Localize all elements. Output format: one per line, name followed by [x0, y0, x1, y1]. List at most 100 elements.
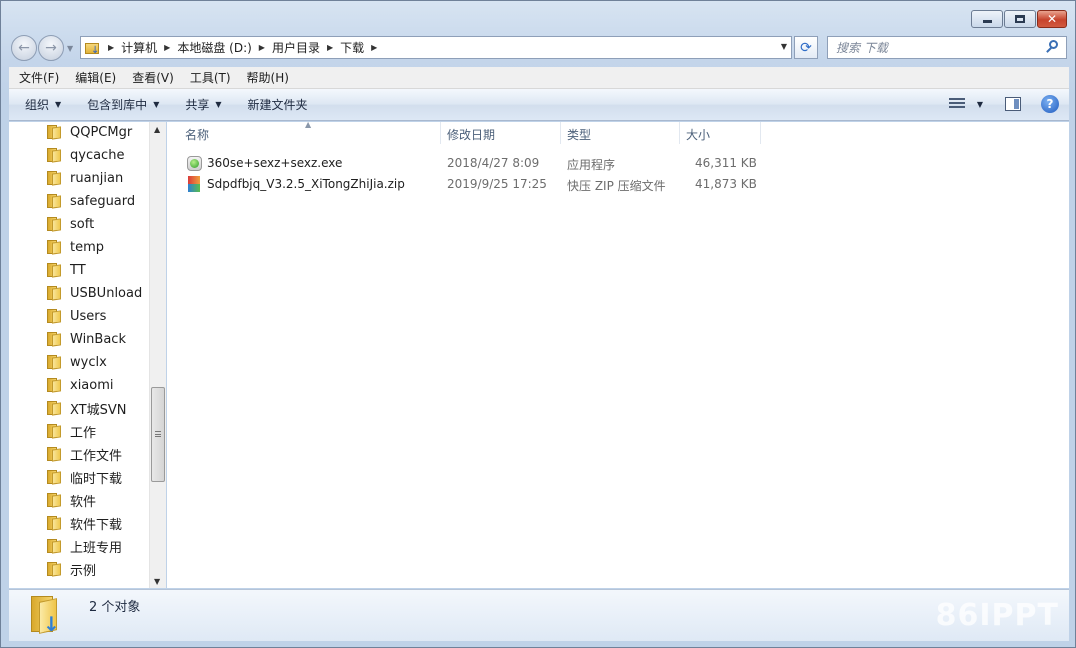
- organize-label: 组织: [25, 98, 50, 112]
- sidebar-item-qycache[interactable]: qycache: [47, 145, 124, 165]
- address-history-dropdown-icon[interactable]: ▼: [781, 42, 787, 51]
- breadcrumb-separator-icon[interactable]: ▶: [108, 43, 114, 52]
- breadcrumb-downloads[interactable]: 下载: [340, 39, 364, 56]
- column-divider[interactable]: [679, 122, 680, 144]
- column-header-type[interactable]: 类型: [567, 126, 591, 143]
- help-icon[interactable]: ?: [1041, 95, 1059, 113]
- recent-pages-dropdown[interactable]: ▼: [67, 44, 73, 53]
- column-header-row: ▲ 名称 修改日期 类型 大小: [167, 120, 1069, 146]
- sidebar-item-work-files[interactable]: 工作文件: [47, 444, 122, 464]
- sidebar-item-xt-svn[interactable]: XT城SVN: [47, 398, 127, 418]
- refresh-button[interactable]: ⟳: [794, 36, 818, 59]
- folder-icon: [47, 470, 63, 485]
- sidebar-item-ruanjian[interactable]: ruanjian: [47, 168, 123, 188]
- file-date: 2019/9/25 17:25: [447, 177, 547, 191]
- search-icon[interactable]: [1046, 40, 1060, 54]
- sidebar-item-label: ruanjian: [70, 170, 124, 186]
- minimize-button[interactable]: [971, 10, 1003, 28]
- column-header-size[interactable]: 大小: [686, 126, 710, 143]
- sidebar-item-xiaomi[interactable]: xiaomi: [47, 375, 114, 395]
- back-button[interactable]: ←: [11, 35, 37, 61]
- folder-icon: [47, 424, 63, 439]
- search-input[interactable]: 搜索 下载: [827, 36, 1067, 59]
- sidebar-item-qqpcmgr[interactable]: QQPCMgr: [47, 122, 132, 142]
- sidebar-item-tt[interactable]: TT: [47, 260, 86, 280]
- breadcrumb-separator-icon[interactable]: ▶: [327, 43, 333, 52]
- menu-edit[interactable]: 编辑(E): [67, 69, 124, 86]
- sidebar-item-label: XT城SVN: [70, 402, 127, 418]
- close-button[interactable]: ✕: [1037, 10, 1067, 28]
- column-header-name[interactable]: 名称: [185, 126, 209, 143]
- scroll-up-icon[interactable]: ▲: [154, 125, 160, 134]
- view-details-icon[interactable]: [948, 97, 967, 111]
- view-options-dropdown-icon[interactable]: ▼: [977, 100, 983, 109]
- forward-button[interactable]: →: [38, 35, 64, 61]
- file-row[interactable]: Sdpdfbjq_V3.2.5_XiTongZhiJia.zip 2019/9/…: [185, 175, 785, 195]
- file-date: 2018/4/27 8:09: [447, 156, 540, 170]
- scroll-down-icon[interactable]: ▼: [154, 577, 160, 586]
- menu-tools[interactable]: 工具(T): [182, 69, 239, 86]
- breadcrumb-drive-d[interactable]: 本地磁盘 (D:): [177, 39, 251, 56]
- breadcrumb-separator-icon[interactable]: ▶: [259, 43, 265, 52]
- sidebar-item-temp[interactable]: temp: [47, 237, 104, 257]
- menu-view[interactable]: 查看(V): [124, 69, 182, 86]
- sidebar-item-label: QQPCMgr: [70, 124, 133, 140]
- navigation-pane-scrollbar[interactable]: ▲ ▼: [149, 122, 166, 588]
- new-folder-button[interactable]: 新建文件夹: [238, 96, 318, 113]
- sidebar-item-software-downloads[interactable]: 软件下载: [47, 513, 122, 533]
- folder-icon: [47, 539, 63, 554]
- downloads-folder-icon: ↓: [29, 594, 65, 636]
- sidebar-item-temp-downloads[interactable]: 临时下载: [47, 467, 122, 487]
- forward-arrow-icon: →: [45, 40, 57, 56]
- sidebar-item-safeguard[interactable]: safeguard: [47, 191, 135, 211]
- item-count: 2 个对象: [89, 600, 141, 615]
- share-button[interactable]: 共享 ▼: [175, 96, 231, 113]
- sidebar-item-label: TT: [70, 262, 86, 278]
- file-name: 360se+sexz+sexz.exe: [207, 156, 343, 170]
- maximize-icon: [1015, 15, 1025, 23]
- navigation-pane: QQPCMgr qycache ruanjian safeguard soft …: [9, 122, 166, 588]
- sidebar-item-wyclx[interactable]: wyclx: [47, 352, 107, 372]
- column-divider[interactable]: [760, 122, 761, 144]
- menu-help[interactable]: 帮助(H): [239, 69, 297, 86]
- breadcrumb-separator-icon[interactable]: ▶: [371, 43, 377, 52]
- downloads-folder-icon: ↓: [85, 41, 101, 55]
- sidebar-item-label: USBUnload: [70, 285, 143, 301]
- column-divider[interactable]: [440, 122, 441, 144]
- help-glyph: ?: [1046, 97, 1054, 111]
- maximize-button[interactable]: [1004, 10, 1036, 28]
- sidebar-item-software[interactable]: 软件: [47, 490, 96, 510]
- watermark-logo: 86IPPT: [935, 598, 1059, 633]
- caption-buttons: ✕: [970, 10, 1067, 28]
- organize-button[interactable]: 组织 ▼: [15, 96, 71, 113]
- sidebar-item-soft[interactable]: soft: [47, 214, 94, 234]
- include-in-library-button[interactable]: 包含到库中 ▼: [77, 96, 169, 113]
- sidebar-item-usbunload[interactable]: USBUnload: [47, 283, 142, 303]
- folder-icon: [47, 240, 63, 255]
- sidebar-item-work-only[interactable]: 上班专用: [47, 536, 122, 556]
- sidebar-item-label: WinBack: [70, 331, 126, 347]
- scrollbar-thumb[interactable]: [151, 387, 165, 482]
- folder-icon: [47, 194, 63, 209]
- chevron-down-icon: ▼: [215, 100, 222, 109]
- folder-icon: [47, 125, 63, 140]
- sidebar-item-winback[interactable]: WinBack: [47, 329, 126, 349]
- sidebar-item-work[interactable]: 工作: [47, 421, 96, 441]
- zip-archive-icon: [188, 176, 200, 192]
- breadcrumb-separator-icon[interactable]: ▶: [164, 43, 170, 52]
- column-header-date[interactable]: 修改日期: [447, 126, 495, 143]
- sidebar-item-label: 软件下载: [70, 517, 123, 533]
- refresh-icon: ⟳: [800, 39, 812, 56]
- file-row[interactable]: 360se+sexz+sexz.exe 2018/4/27 8:09 应用程序 …: [185, 154, 785, 174]
- folder-icon: [47, 148, 63, 163]
- address-bar[interactable]: ↓ ▶ 计算机 ▶ 本地磁盘 (D:) ▶ 用户目录 ▶ 下载 ▶ ▼: [80, 36, 792, 59]
- sidebar-item-users[interactable]: Users: [47, 306, 106, 326]
- breadcrumb-computer[interactable]: 计算机: [121, 39, 157, 56]
- folder-icon: [47, 171, 63, 186]
- sidebar-item-examples[interactable]: 示例: [47, 559, 96, 579]
- column-divider[interactable]: [560, 122, 561, 144]
- menu-file[interactable]: 文件(F): [11, 69, 67, 86]
- sidebar-item-label: 上班专用: [70, 540, 123, 556]
- preview-pane-icon[interactable]: [1005, 97, 1021, 111]
- breadcrumb-user-directory[interactable]: 用户目录: [272, 39, 320, 56]
